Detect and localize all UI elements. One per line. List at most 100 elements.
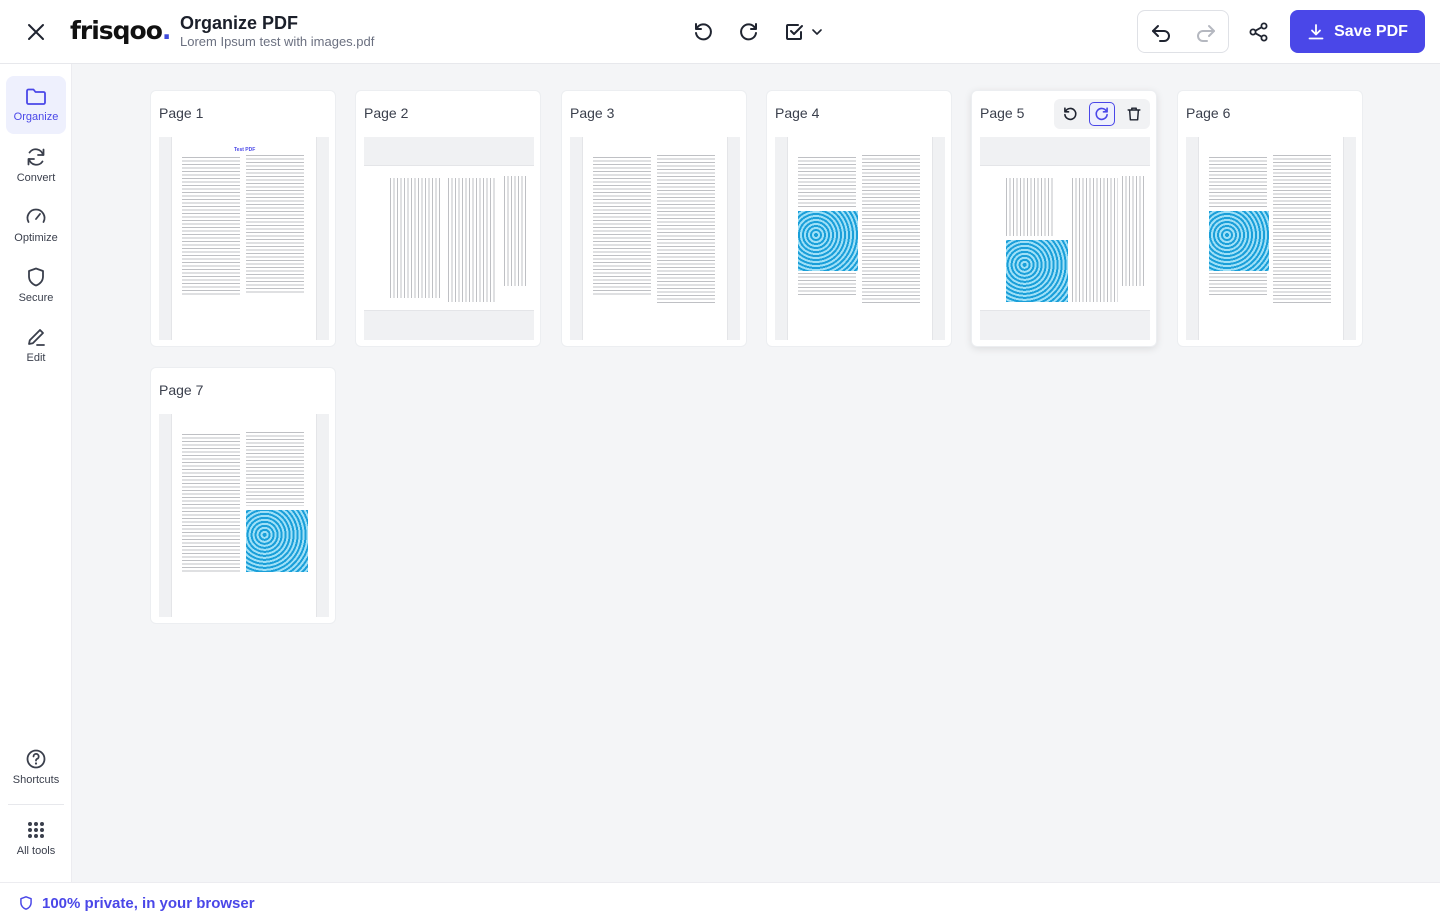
page-card-2[interactable]: Page 2 — [355, 90, 541, 347]
text-column — [657, 155, 715, 303]
text-column — [1209, 157, 1267, 209]
sidebar-item-label: Shortcuts — [12, 774, 60, 786]
page-sheet — [582, 137, 728, 340]
text-column — [448, 178, 496, 302]
page-thumbnail[interactable] — [570, 137, 740, 340]
text-column — [390, 178, 440, 298]
sidebar-item-label: Convert — [16, 172, 56, 184]
page-thumbnail[interactable] — [364, 137, 534, 340]
doc-title: Test PDF — [234, 147, 256, 153]
text-column — [1209, 273, 1267, 295]
shield-icon — [20, 896, 32, 910]
page-image — [798, 211, 858, 271]
text-column — [504, 176, 528, 286]
page-thumbnail[interactable] — [775, 137, 945, 340]
rotate-left-icon — [695, 23, 712, 41]
history-controls — [1137, 10, 1229, 53]
select-pages-dropdown[interactable] — [779, 16, 831, 48]
text-column — [182, 434, 240, 574]
shield-icon — [28, 267, 44, 287]
page-label: Page 1 — [159, 105, 204, 121]
page-label: Page 4 — [775, 105, 820, 121]
sidebar-item-optimize[interactable]: Optimize — [6, 196, 66, 254]
sidebar-item-all-tools[interactable]: All tools — [6, 809, 66, 867]
page-card-6[interactable]: Page 6 — [1177, 90, 1363, 347]
text-column — [246, 432, 304, 506]
page-sheet — [364, 165, 534, 311]
logo[interactable]: frisqoo. — [70, 16, 171, 45]
page-card-7[interactable]: Page 7 — [150, 367, 336, 624]
page-sheet: Test PDF — [171, 137, 317, 340]
undo-icon — [1152, 25, 1170, 42]
text-column — [1072, 178, 1118, 302]
page-thumbnail[interactable] — [159, 414, 329, 617]
text-column — [1006, 178, 1054, 236]
checkbox-icon — [786, 24, 803, 40]
text-column — [182, 157, 240, 297]
page-sheet — [787, 137, 933, 340]
sidebar-divider — [8, 804, 64, 805]
help-circle-icon — [26, 749, 46, 769]
text-column — [593, 157, 651, 297]
redo-icon — [1197, 25, 1215, 42]
rotate-left-page-button[interactable] — [1057, 102, 1083, 126]
trash-icon — [1127, 107, 1141, 121]
privacy-text: 100% private, in your browser — [42, 894, 255, 912]
redo-button[interactable] — [1190, 16, 1222, 48]
sidebar-item-convert[interactable]: Convert — [6, 136, 66, 194]
rotate-right-all-button[interactable] — [733, 16, 765, 48]
rotate-right-page-button[interactable] — [1089, 102, 1115, 126]
save-pdf-label: Save PDF — [1334, 22, 1408, 40]
file-name: Lorem Ipsum test with images.pdf — [180, 34, 375, 49]
rotate-right-icon — [1095, 107, 1108, 121]
pencil-icon — [28, 329, 45, 346]
rotate-right-icon — [740, 23, 757, 41]
text-column — [1122, 176, 1146, 286]
undo-button[interactable] — [1145, 16, 1177, 48]
chevron-down-icon — [812, 29, 822, 35]
close-icon — [28, 24, 44, 40]
share-icon — [1249, 22, 1268, 42]
page-label: Page 6 — [1186, 105, 1231, 121]
grid-dots-icon — [28, 822, 44, 838]
page-sheet — [980, 165, 1150, 311]
page-thumbnail[interactable] — [1186, 137, 1356, 340]
sidebar-item-secure[interactable]: Secure — [6, 256, 66, 314]
page-label: Page 2 — [364, 105, 409, 121]
delete-page-button[interactable] — [1121, 102, 1147, 126]
gauge-icon — [26, 208, 46, 223]
page-thumbnail[interactable] — [980, 137, 1150, 340]
page-label: Page 7 — [159, 382, 204, 398]
page-image — [246, 510, 308, 572]
sidebar-item-edit[interactable]: Edit — [6, 316, 66, 374]
convert-icon — [27, 148, 45, 166]
page-label: Page 5 — [980, 105, 1025, 121]
sidebar-item-shortcuts[interactable]: Shortcuts — [6, 738, 66, 796]
text-column — [246, 155, 304, 293]
app-header: frisqoo. Organize PDF Lorem Ipsum test w… — [0, 0, 1440, 64]
page-image — [1209, 211, 1269, 271]
title-block: Organize PDF Lorem Ipsum test with image… — [180, 12, 374, 50]
page-card-3[interactable]: Page 3 — [561, 90, 747, 347]
page-label: Page 3 — [570, 105, 615, 121]
share-button[interactable] — [1243, 16, 1275, 48]
page-title: Organize PDF — [180, 13, 299, 33]
folder-icon — [26, 88, 46, 105]
page-toolbar — [1054, 99, 1150, 129]
page-card-1[interactable]: Page 1 Test PDF — [150, 90, 336, 347]
page-sheet — [171, 414, 317, 617]
sidebar-item-organize[interactable]: Organize — [6, 76, 66, 134]
rotate-left-all-button[interactable] — [687, 16, 719, 48]
text-column — [798, 273, 856, 295]
tools-sidebar: Organize Convert Optimize Secure Edit Sh… — [0, 64, 72, 882]
sidebar-item-label: All tools — [16, 845, 56, 857]
sidebar-item-label: Edit — [26, 352, 46, 364]
close-button[interactable] — [20, 16, 52, 48]
page-sheet — [1198, 137, 1344, 340]
sidebar-item-label: Optimize — [14, 232, 58, 244]
page-card-5[interactable]: Page 5 — [971, 90, 1157, 347]
save-pdf-button[interactable]: Save PDF — [1290, 10, 1425, 53]
page-card-4[interactable]: Page 4 — [766, 90, 952, 347]
sidebar-item-label: Secure — [18, 292, 54, 304]
page-thumbnail[interactable]: Test PDF — [159, 137, 329, 340]
